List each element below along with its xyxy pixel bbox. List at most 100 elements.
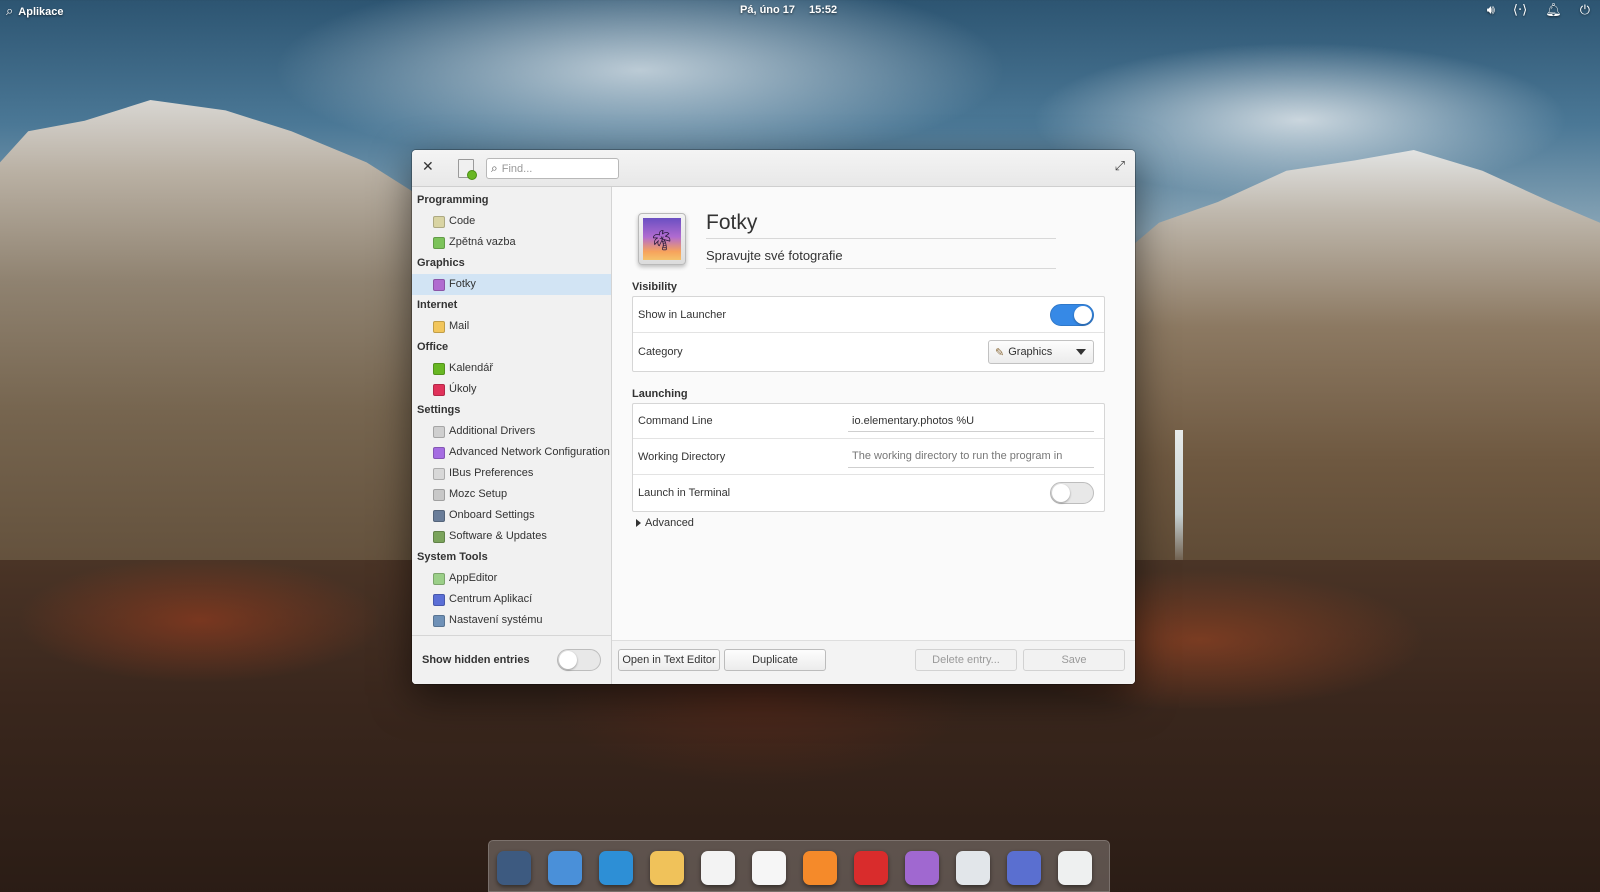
- sidebar-item[interactable]: AppEditor: [412, 568, 611, 589]
- sidebar-item[interactable]: Úkoly: [412, 379, 611, 400]
- feedback-icon: [433, 236, 445, 249]
- network-config-icon: [433, 446, 445, 459]
- search-field[interactable]: ⌕: [486, 158, 619, 179]
- appeditor-window: ✕ ⌕ ⤢ Programming Code Zpětná vazba Graphic…: [412, 150, 1135, 684]
- sidebar-item-label: Onboard Settings: [449, 509, 535, 521]
- appcenter-app-icon[interactable]: [1007, 851, 1041, 885]
- show-hidden-toggle[interactable]: [557, 649, 601, 671]
- show-hidden-label: Show hidden entries: [422, 654, 530, 666]
- app-icon-button[interactable]: 🌴︎: [638, 213, 686, 265]
- sidebar-item[interactable]: Zpětná vazba: [412, 232, 611, 253]
- app-name-field[interactable]: Fotky: [706, 209, 1056, 239]
- working-directory-input[interactable]: [848, 445, 1094, 468]
- date-label: Pá, úno 17: [740, 4, 796, 16]
- entry-editor: 🌴︎ Fotky Spravujte své fotografie Visibi…: [612, 187, 1135, 684]
- category-value: Graphics: [1008, 346, 1053, 358]
- sidebar-category: Office: [417, 341, 449, 353]
- music-icon[interactable]: [803, 851, 837, 885]
- category-dropdown[interactable]: ✎ Graphics: [988, 340, 1094, 364]
- sidebar-item-label: Centrum Aplikací: [449, 593, 533, 605]
- sidebar-item-label: Additional Drivers: [449, 425, 536, 437]
- toggle-knob: [1074, 305, 1092, 324]
- sidebar-item[interactable]: Mozc Setup: [412, 484, 611, 505]
- ibus-icon: [433, 467, 445, 480]
- mail-app-icon[interactable]: [650, 851, 684, 885]
- new-entry-icon[interactable]: [458, 159, 477, 180]
- sidebar-item[interactable]: Kalendář: [412, 358, 611, 379]
- sidebar-item-label: Fotky: [449, 278, 476, 290]
- sidebar-list[interactable]: Programming Code Zpětná vazba Graphics Fotky…: [412, 187, 611, 635]
- network-icon[interactable]: ⟨·⟩: [1513, 3, 1527, 18]
- calendar-app-icon[interactable]: [752, 851, 786, 885]
- tasks-app-icon[interactable]: [701, 851, 735, 885]
- code-icon: [433, 215, 445, 228]
- sidebar-item[interactable]: Mail: [412, 316, 611, 337]
- sidebar-item[interactable]: Code: [412, 211, 611, 232]
- sidebar-category: Internet: [417, 299, 458, 311]
- app-comment-field[interactable]: Spravujte své fotografie: [706, 245, 1056, 269]
- mozc-icon: [433, 488, 445, 501]
- indicators: 🔊︎ ⟨·⟩ 🔔︎ ⏻: [1487, 3, 1590, 18]
- duplicate-button[interactable]: Duplicate: [724, 649, 826, 671]
- close-icon[interactable]: ✕: [422, 159, 434, 175]
- sidebar-item-label: IBus Preferences: [449, 467, 534, 479]
- web-browser-icon[interactable]: [599, 851, 633, 885]
- headerbar: ✕ ⌕ ⤢: [412, 150, 1135, 187]
- sidebar-item-label: Kalendář: [449, 362, 494, 374]
- system-settings-icon: [433, 614, 445, 627]
- open-in-text-editor-button[interactable]: Open in Text Editor: [618, 649, 720, 671]
- launch-in-terminal-toggle[interactable]: [1050, 482, 1094, 504]
- show-in-launcher-toggle[interactable]: [1050, 303, 1094, 326]
- search-input[interactable]: [501, 162, 602, 175]
- sidebar-item-label: Úkoly: [449, 383, 477, 395]
- search-icon: ⌕: [491, 161, 498, 175]
- category-label: Category: [638, 346, 683, 358]
- show-in-launcher-row: Show in Launcher: [633, 297, 1104, 333]
- videos-icon[interactable]: [854, 851, 888, 885]
- advanced-expander[interactable]: Advanced: [636, 517, 694, 529]
- photos-app-icon[interactable]: [905, 851, 939, 885]
- sidebar-item[interactable]: Advanced Network Configuration: [412, 442, 611, 463]
- command-line-input[interactable]: [848, 410, 1094, 432]
- sidebar-item-label: Nastavení systému: [449, 614, 543, 626]
- keyboard-icon: [433, 509, 445, 522]
- software-updates-icon: [433, 530, 445, 543]
- launch-in-terminal-label: Launch in Terminal: [638, 487, 731, 499]
- sidebar-category: Graphics: [417, 257, 465, 269]
- volume-icon[interactable]: 🔊︎: [1487, 3, 1495, 18]
- command-line-label: Command Line: [638, 415, 713, 427]
- sidebar-item[interactable]: Onboard Settings: [412, 505, 611, 526]
- wallpaper-cliff-right: [1110, 150, 1600, 670]
- palm-tree-icon: 🌴︎: [649, 228, 675, 252]
- photos-icon: [433, 278, 445, 291]
- sidebar-item[interactable]: IBus Preferences: [412, 463, 611, 484]
- files-icon[interactable]: [548, 851, 582, 885]
- sidebar-category: Programming: [417, 194, 489, 206]
- sidebar-item[interactable]: Centrum Aplikací: [412, 589, 611, 610]
- save-button[interactable]: Save: [1023, 649, 1125, 671]
- sidebar-item[interactable]: Nastavení systému: [412, 610, 611, 631]
- applications-menu[interactable]: ⌕ Aplikace: [6, 4, 64, 19]
- appeditor-app-icon[interactable]: [1058, 851, 1092, 885]
- launch-in-terminal-row: Launch in Terminal: [633, 475, 1104, 511]
- drivers-icon: [433, 425, 445, 438]
- expander-arrow-icon: [636, 519, 641, 527]
- graphics-category-icon: ✎: [995, 345, 1005, 359]
- appcenter-icon: [433, 593, 445, 606]
- notifications-icon[interactable]: 🔔︎: [1545, 3, 1562, 18]
- sidebar-item[interactable]: Fotky: [412, 274, 611, 295]
- delete-entry-button[interactable]: Delete entry...: [915, 649, 1017, 671]
- settings-app-icon[interactable]: [956, 851, 990, 885]
- power-icon[interactable]: ⏻: [1580, 3, 1590, 18]
- toggle-knob: [559, 651, 577, 669]
- maximize-icon[interactable]: ⤢: [1115, 159, 1125, 174]
- datetime-indicator[interactable]: Pá, úno 17 15:52: [740, 4, 837, 16]
- sidebar-item[interactable]: Software & Updates: [412, 526, 611, 547]
- advanced-label: Advanced: [645, 517, 694, 529]
- time-label: 15:52: [809, 4, 838, 16]
- launching-heading: Launching: [632, 388, 688, 400]
- visibility-group: Show in Launcher Category ✎ Graphics: [632, 296, 1105, 372]
- sidebar-item[interactable]: Additional Drivers: [412, 421, 611, 442]
- calendar-icon: [433, 362, 445, 375]
- multitasking-view-icon[interactable]: [497, 851, 531, 885]
